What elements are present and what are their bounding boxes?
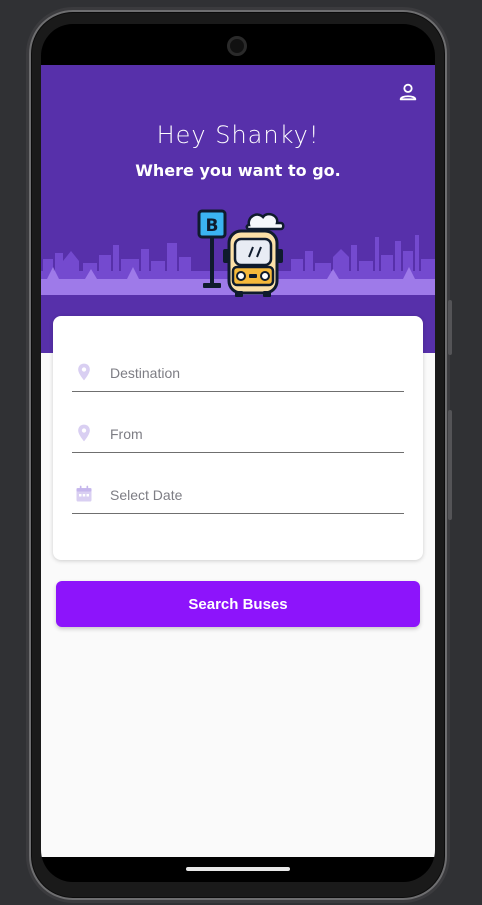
bus-stop-illustration: B	[197, 209, 285, 297]
search-buses-button[interactable]: Search Buses	[56, 581, 420, 627]
bus-stop-letter: B	[206, 216, 219, 236]
person-icon[interactable]	[397, 81, 419, 103]
phone-screen: Hey Shanky! Where you want to go. B Dest…	[41, 24, 435, 882]
calendar-icon	[76, 485, 92, 502]
destination-field	[72, 358, 404, 392]
header-banner: Hey Shanky! Where you want to go. B	[41, 65, 435, 353]
from-field	[72, 419, 404, 453]
location-pin-icon	[78, 363, 90, 381]
date-input[interactable]	[110, 482, 390, 508]
search-form-card	[53, 316, 423, 560]
greeting-subtitle: Where you want to go.	[135, 161, 341, 180]
destination-input[interactable]	[110, 360, 390, 386]
location-pin-icon	[78, 424, 90, 442]
volume-button	[448, 410, 452, 520]
app-content: Hey Shanky! Where you want to go. B Dest…	[41, 65, 435, 857]
power-button	[448, 300, 452, 355]
home-indicator[interactable]	[186, 867, 290, 871]
date-field	[72, 480, 404, 514]
from-input[interactable]	[110, 421, 390, 447]
greeting-title: Hey Shanky!	[156, 121, 320, 149]
front-camera	[227, 36, 247, 56]
